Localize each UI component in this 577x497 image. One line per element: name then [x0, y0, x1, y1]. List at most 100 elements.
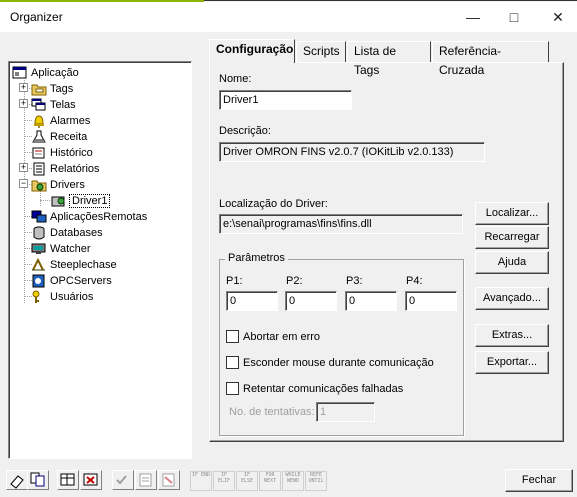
tree-item-opcservers[interactable]: OPCServers	[31, 273, 112, 289]
tree-item-label: Aplicação	[31, 67, 79, 79]
delete-table-icon[interactable]	[80, 470, 102, 490]
tree-item-alarmes[interactable]: Alarmes	[31, 113, 90, 129]
tree-item-label: Histórico	[50, 147, 93, 159]
params-title: Parâmetros	[225, 252, 288, 264]
tree-item-label: AplicaçõesRemotas	[50, 211, 148, 223]
close-icon[interactable]: ✕	[543, 6, 573, 28]
tree-item-driver1[interactable]: Driver1	[51, 193, 111, 209]
organizer-tree[interactable]: + + + − Aplicação Tags Telas Alarmes Rec…	[8, 61, 192, 459]
tree-item-label: Tags	[50, 83, 74, 95]
retries-label: No. de tentativas:	[229, 406, 315, 418]
collapse-drivers-icon[interactable]: −	[19, 179, 28, 188]
tab-scripts[interactable]: Scripts	[296, 41, 346, 62]
title-bar: Organizer — □ ✕	[0, 2, 577, 32]
minimize-icon[interactable]: —	[458, 6, 488, 28]
retry-label: Retentar comunicações falhadas	[243, 383, 404, 395]
p2-label: P2:	[286, 275, 303, 287]
remote-apps-icon	[31, 210, 47, 224]
maximize-icon[interactable]: □	[499, 6, 529, 28]
tab-label: Configuração	[216, 42, 294, 56]
for-next-icon[interactable]: FOR NEXT	[259, 471, 281, 491]
p4-label: P4:	[406, 275, 423, 287]
retries-field: 1	[316, 402, 375, 422]
tree-item-usuarios[interactable]: Usuários	[31, 289, 93, 305]
database-icon	[31, 226, 47, 240]
if-elif-icon[interactable]: IF ELIF	[213, 471, 235, 491]
tab-lista-de-tags[interactable]: Lista de Tags	[347, 41, 431, 77]
p1-input[interactable]: 0	[226, 291, 278, 311]
remove-list-icon[interactable]	[158, 470, 180, 490]
location-field: e:\senai\programas\fins\fins.dll	[219, 214, 463, 234]
name-label: Nome:	[219, 73, 252, 85]
watcher-icon	[31, 242, 47, 256]
driver-icon	[51, 194, 67, 208]
hide-mouse-label: Esconder mouse durante comunicação	[243, 357, 434, 369]
tree-item-aplicacoes-remotas[interactable]: AplicaçõesRemotas	[31, 209, 147, 225]
steeplechase-icon	[31, 257, 47, 272]
reports-icon	[31, 162, 47, 176]
retry-checkbox[interactable]	[226, 382, 239, 395]
tree-item-label: Drivers	[50, 179, 85, 191]
recipe-flask-icon	[31, 130, 47, 144]
tree-item-watcher[interactable]: Watcher	[31, 241, 91, 257]
tree-item-tags[interactable]: Tags	[31, 81, 73, 97]
while-wend-icon[interactable]: WHILE WEND	[282, 471, 304, 491]
tree-item-relatorios[interactable]: Relatórios	[31, 161, 100, 177]
tree-item-steeplechase[interactable]: Steeplechase	[31, 257, 117, 273]
tree-item-label: Steeplechase	[50, 259, 117, 271]
tree-item-databases[interactable]: Databases	[31, 225, 103, 241]
abort-on-error-checkbox[interactable]	[226, 330, 239, 343]
ajuda-button[interactable]: Ajuda	[475, 251, 549, 274]
tab-label: Scripts	[303, 44, 340, 58]
localizar-button[interactable]: Localizar...	[475, 202, 549, 225]
p1-label: P1:	[226, 275, 243, 287]
expand-tags-icon[interactable]: +	[19, 83, 28, 92]
exportar-button[interactable]: Exportar...	[475, 351, 549, 374]
extras-button[interactable]: Extras...	[475, 324, 549, 347]
avancado-button[interactable]: Avançado...	[475, 287, 549, 310]
tree-item-telas[interactable]: Telas	[31, 97, 76, 113]
tree-item-drivers[interactable]: Drivers	[31, 177, 85, 193]
history-icon	[31, 146, 47, 160]
location-label: Localização do Driver:	[219, 198, 328, 210]
tree-item-label: Receita	[50, 131, 88, 143]
p2-input[interactable]: 0	[285, 291, 337, 311]
opc-server-icon	[31, 274, 47, 288]
tree-item-label: Relatórios	[50, 163, 100, 175]
p3-input[interactable]: 0	[345, 291, 397, 311]
tab-configuracao[interactable]: Configuração	[209, 39, 295, 63]
p3-label: P3:	[346, 275, 363, 287]
if-else-icon[interactable]: IF ELSE	[236, 471, 258, 491]
fechar-button[interactable]: Fechar	[505, 469, 573, 492]
list-icon[interactable]	[135, 470, 157, 490]
tree-item-label: Driver1	[68, 194, 111, 208]
screens-icon	[31, 98, 47, 112]
tree-item-receita[interactable]: Receita	[31, 129, 87, 145]
tree-item-label: Usuários	[50, 291, 94, 303]
name-input[interactable]: Driver1	[219, 90, 352, 110]
drivers-icon	[31, 178, 47, 192]
p4-input[interactable]: 0	[405, 291, 457, 311]
abort-on-error-label: Abortar em erro	[243, 331, 321, 343]
copy-icon[interactable]	[27, 470, 49, 490]
description-label: Descrição:	[219, 125, 271, 137]
tree-item-label: OPCServers	[50, 275, 112, 287]
tree-item-aplicacao[interactable]: Aplicação	[12, 65, 79, 81]
table-icon[interactable]	[57, 470, 79, 490]
tags-folder-icon	[31, 82, 47, 96]
alarm-bell-icon	[31, 114, 47, 129]
expand-telas-icon[interactable]: +	[19, 99, 28, 108]
if-end-icon[interactable]: IF END	[190, 471, 212, 491]
tree-item-label: Telas	[50, 99, 76, 111]
repeat-until-icon[interactable]: REFE UNTIL	[305, 471, 327, 491]
tab-referencia-cruzada[interactable]: Referência-Cruzada	[432, 41, 549, 77]
tree-item-historico[interactable]: Histórico	[31, 145, 93, 161]
application-icon	[12, 66, 28, 80]
users-key-icon	[31, 290, 47, 304]
tree-item-label: Databases	[50, 227, 103, 239]
expand-relatorios-icon[interactable]: +	[19, 163, 28, 172]
check-list-icon[interactable]	[112, 470, 134, 490]
recarregar-button[interactable]: Recarregar	[475, 226, 549, 249]
hide-mouse-checkbox[interactable]	[226, 356, 239, 369]
eraser-icon[interactable]	[6, 470, 28, 490]
